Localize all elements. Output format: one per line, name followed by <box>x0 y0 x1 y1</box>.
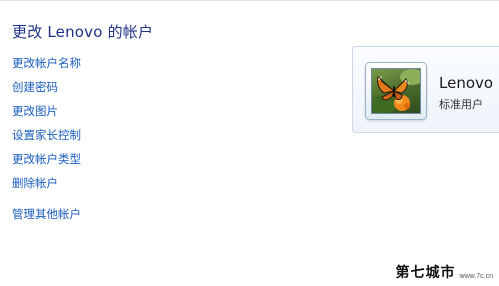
manage-other-accounts-link[interactable]: 管理其他帐户 <box>12 207 81 221</box>
account-type-label: 标准用户 <box>439 98 483 111</box>
avatar <box>365 62 427 120</box>
user-name: Lenovo <box>439 74 494 92</box>
watermark: 第七城市 www.7c.cn <box>396 262 493 282</box>
change-account-name-link[interactable]: 更改帐户名称 <box>12 56 81 70</box>
top-divider <box>0 0 499 1</box>
page-title: 更改 Lenovo 的帐户 <box>12 23 154 41</box>
user-account-card: Lenovo 标准用户 <box>352 46 499 133</box>
watermark-url: www.7c.cn <box>459 273 493 280</box>
watermark-text: 第七城市 <box>395 265 456 281</box>
butterfly-avatar-icon <box>371 68 421 114</box>
create-password-link[interactable]: 创建密码 <box>12 80 58 94</box>
parental-controls-link[interactable]: 设置家长控制 <box>12 128 81 142</box>
change-picture-link[interactable]: 更改图片 <box>12 104 58 118</box>
delete-account-link[interactable]: 删除帐户 <box>12 176 58 190</box>
change-account-type-link[interactable]: 更改帐户类型 <box>12 152 81 166</box>
